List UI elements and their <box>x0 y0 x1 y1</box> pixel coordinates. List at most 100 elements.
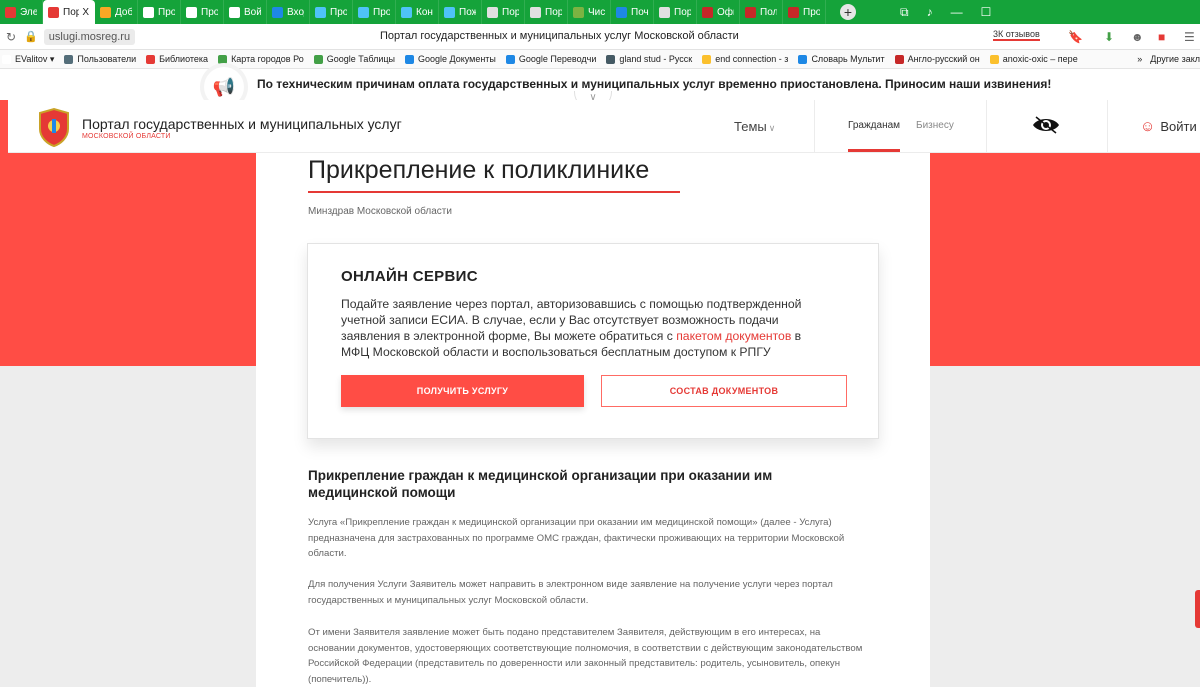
bookmark-item[interactable]: Google Таблицы <box>313 54 395 64</box>
themes-menu[interactable]: Темы ∨ <box>734 119 775 134</box>
extension-icon[interactable]: ■ <box>1158 30 1165 44</box>
tab-citizens[interactable]: Гражданам <box>848 120 900 131</box>
bookmark-item[interactable]: EValitov ▾ <box>2 54 54 65</box>
bookmark-favicon-icon <box>894 54 904 64</box>
bookmark-favicon-icon <box>404 54 414 64</box>
tab-favicon-icon <box>573 6 584 18</box>
section-title: Прикрепление граждан к медицинской орган… <box>308 468 773 500</box>
tab-business[interactable]: Бизнесу <box>916 120 954 131</box>
browser-tab[interactable]: Получ <box>740 0 783 24</box>
documents-package-link[interactable]: пакетом документов <box>676 329 791 343</box>
minimize-icon[interactable]: — <box>951 5 963 19</box>
lock-icon[interactable]: 🔒 <box>24 30 38 43</box>
tab-favicon-icon <box>401 6 412 18</box>
bookmark-item[interactable]: Библиотека <box>146 54 208 64</box>
tab-label: Провс <box>803 6 820 18</box>
vpn-icon[interactable]: ☻ <box>1131 30 1144 44</box>
bookmark-item[interactable]: gland stud - Русск <box>606 54 692 64</box>
browser-tab[interactable]: Проек <box>310 0 353 24</box>
bookmark-item[interactable]: Карта городов Ро <box>218 54 304 64</box>
tab-label: Порта <box>502 6 519 18</box>
tab-favicon-icon <box>487 6 498 18</box>
tab-favicon-icon <box>358 6 369 18</box>
menu-icon[interactable]: ☰ <box>1184 30 1195 44</box>
login-button[interactable]: ☺ Войти <box>1140 118 1197 135</box>
browser-tab[interactable]: Пожал <box>439 0 482 24</box>
heading-underline <box>308 191 680 193</box>
chevron-down-icon: ∨ <box>768 123 776 133</box>
card-text: Подайте заявление через портал, авторизо… <box>341 296 831 360</box>
tab-label: Получ <box>760 6 777 18</box>
browser-tab[interactable]: Добро <box>95 0 138 24</box>
themes-label: Темы <box>734 119 767 134</box>
notifications-icon[interactable]: ♪ <box>927 5 933 19</box>
reload-icon[interactable]: ↻ <box>6 30 16 44</box>
browser-tab[interactable]: Почва <box>611 0 654 24</box>
bookmark-label: gland stud - Русск <box>619 54 693 64</box>
download-icon[interactable]: ⬇ <box>1104 30 1114 44</box>
accessibility-eye-icon[interactable] <box>1032 114 1060 136</box>
tab-label: Просм <box>373 6 390 18</box>
bookmark-item[interactable]: Google Переводчи <box>505 54 596 64</box>
url-field[interactable]: uslugi.mosreg.ru <box>43 28 136 45</box>
bookmark-item[interactable]: Google Документы <box>404 54 496 64</box>
documents-list-button[interactable]: СОСТАВ ДОКУМЕНТОВ <box>601 375 847 407</box>
site-title[interactable]: Портал государственных и муниципальных у… <box>82 116 402 132</box>
tab-favicon-icon <box>272 6 283 18</box>
tab-favicon-icon <box>143 6 154 18</box>
browser-tab[interactable]: Порта <box>654 0 697 24</box>
other-bookmarks[interactable]: Другие закл <box>1150 54 1200 64</box>
coat-of-arms-icon[interactable] <box>38 107 70 147</box>
browser-tab[interactable]: Входя <box>267 0 310 24</box>
tab-label: Добро <box>115 6 132 18</box>
divider <box>986 100 987 152</box>
bookmark-list: EValitov ▾ Пользователи Библиотека Карта го… <box>2 54 1088 65</box>
tab-label: Проек <box>158 6 175 18</box>
bookmark-label: Пользователи <box>77 54 137 64</box>
bookmark-label: end connection - з <box>715 54 789 64</box>
feedback-tab[interactable] <box>1195 590 1200 628</box>
ministry-label: Минздрав Московской области <box>308 206 452 217</box>
browser-tab[interactable]: Порта <box>482 0 525 24</box>
more-bookmarks-icon[interactable]: » <box>1137 54 1142 64</box>
browser-tab[interactable]: Войти <box>224 0 267 24</box>
bookmark-label: Библиотека <box>159 54 209 64</box>
bookmark-item[interactable]: Пользователи <box>64 54 136 64</box>
tab-favicon-icon <box>229 6 240 18</box>
bookmark-label: EValitov ▾ <box>15 53 55 64</box>
browser-tab[interactable]: ПорX <box>43 0 95 24</box>
maximize-icon[interactable]: ☐ <box>981 5 992 19</box>
tab-label: Офици <box>717 6 734 18</box>
bookmark-favicon-icon <box>313 54 323 64</box>
tab-label: Конст <box>416 6 433 18</box>
new-tab-button[interactable]: + <box>840 4 856 20</box>
tab-label: Пожал <box>459 6 476 18</box>
browser-tab[interactable]: Офици <box>697 0 740 24</box>
tab-search-icon[interactable]: ⧉ <box>900 5 909 20</box>
browser-tab[interactable]: Проек <box>181 0 224 24</box>
tab-favicon-icon <box>315 6 326 18</box>
browser-tab[interactable]: Чисти <box>568 0 611 24</box>
browser-tab[interactable]: Провс <box>783 0 826 24</box>
site-header: Портал государственных и муниципальных у… <box>8 100 1200 153</box>
bookmark-favicon-icon <box>798 54 808 64</box>
tab-label: Элект <box>20 6 37 18</box>
bookmark-item[interactable]: Словарь Мультит <box>798 54 885 64</box>
bookmark-icon[interactable]: 🔖 <box>1068 30 1083 44</box>
close-tab-icon[interactable]: X <box>82 7 89 18</box>
site-subtitle: МОСКОВСКОЙ ОБЛАСТИ <box>82 133 171 140</box>
tab-label: Чисти <box>588 6 605 18</box>
get-service-button[interactable]: ПОЛУЧИТЬ УСЛУГУ <box>341 375 584 407</box>
browser-tab[interactable]: Элект <box>0 0 43 24</box>
tab-label: Пор <box>63 6 79 18</box>
tab-label: Входя <box>287 6 304 18</box>
bookmark-item[interactable]: end connection - з <box>702 54 788 64</box>
browser-tab[interactable]: Конст <box>396 0 439 24</box>
bookmark-item[interactable]: Англо-русский он <box>894 54 980 64</box>
browser-tab[interactable]: Порта <box>525 0 568 24</box>
browser-tab[interactable]: Просм <box>353 0 396 24</box>
page-title-text: Портал государственных и муниципальных у… <box>380 30 739 42</box>
bookmark-item[interactable]: anoxic-oxic – пере <box>989 54 1078 64</box>
reviews-badge[interactable]: 3К отзывов <box>993 29 1040 41</box>
browser-tab[interactable]: Проек <box>138 0 181 24</box>
